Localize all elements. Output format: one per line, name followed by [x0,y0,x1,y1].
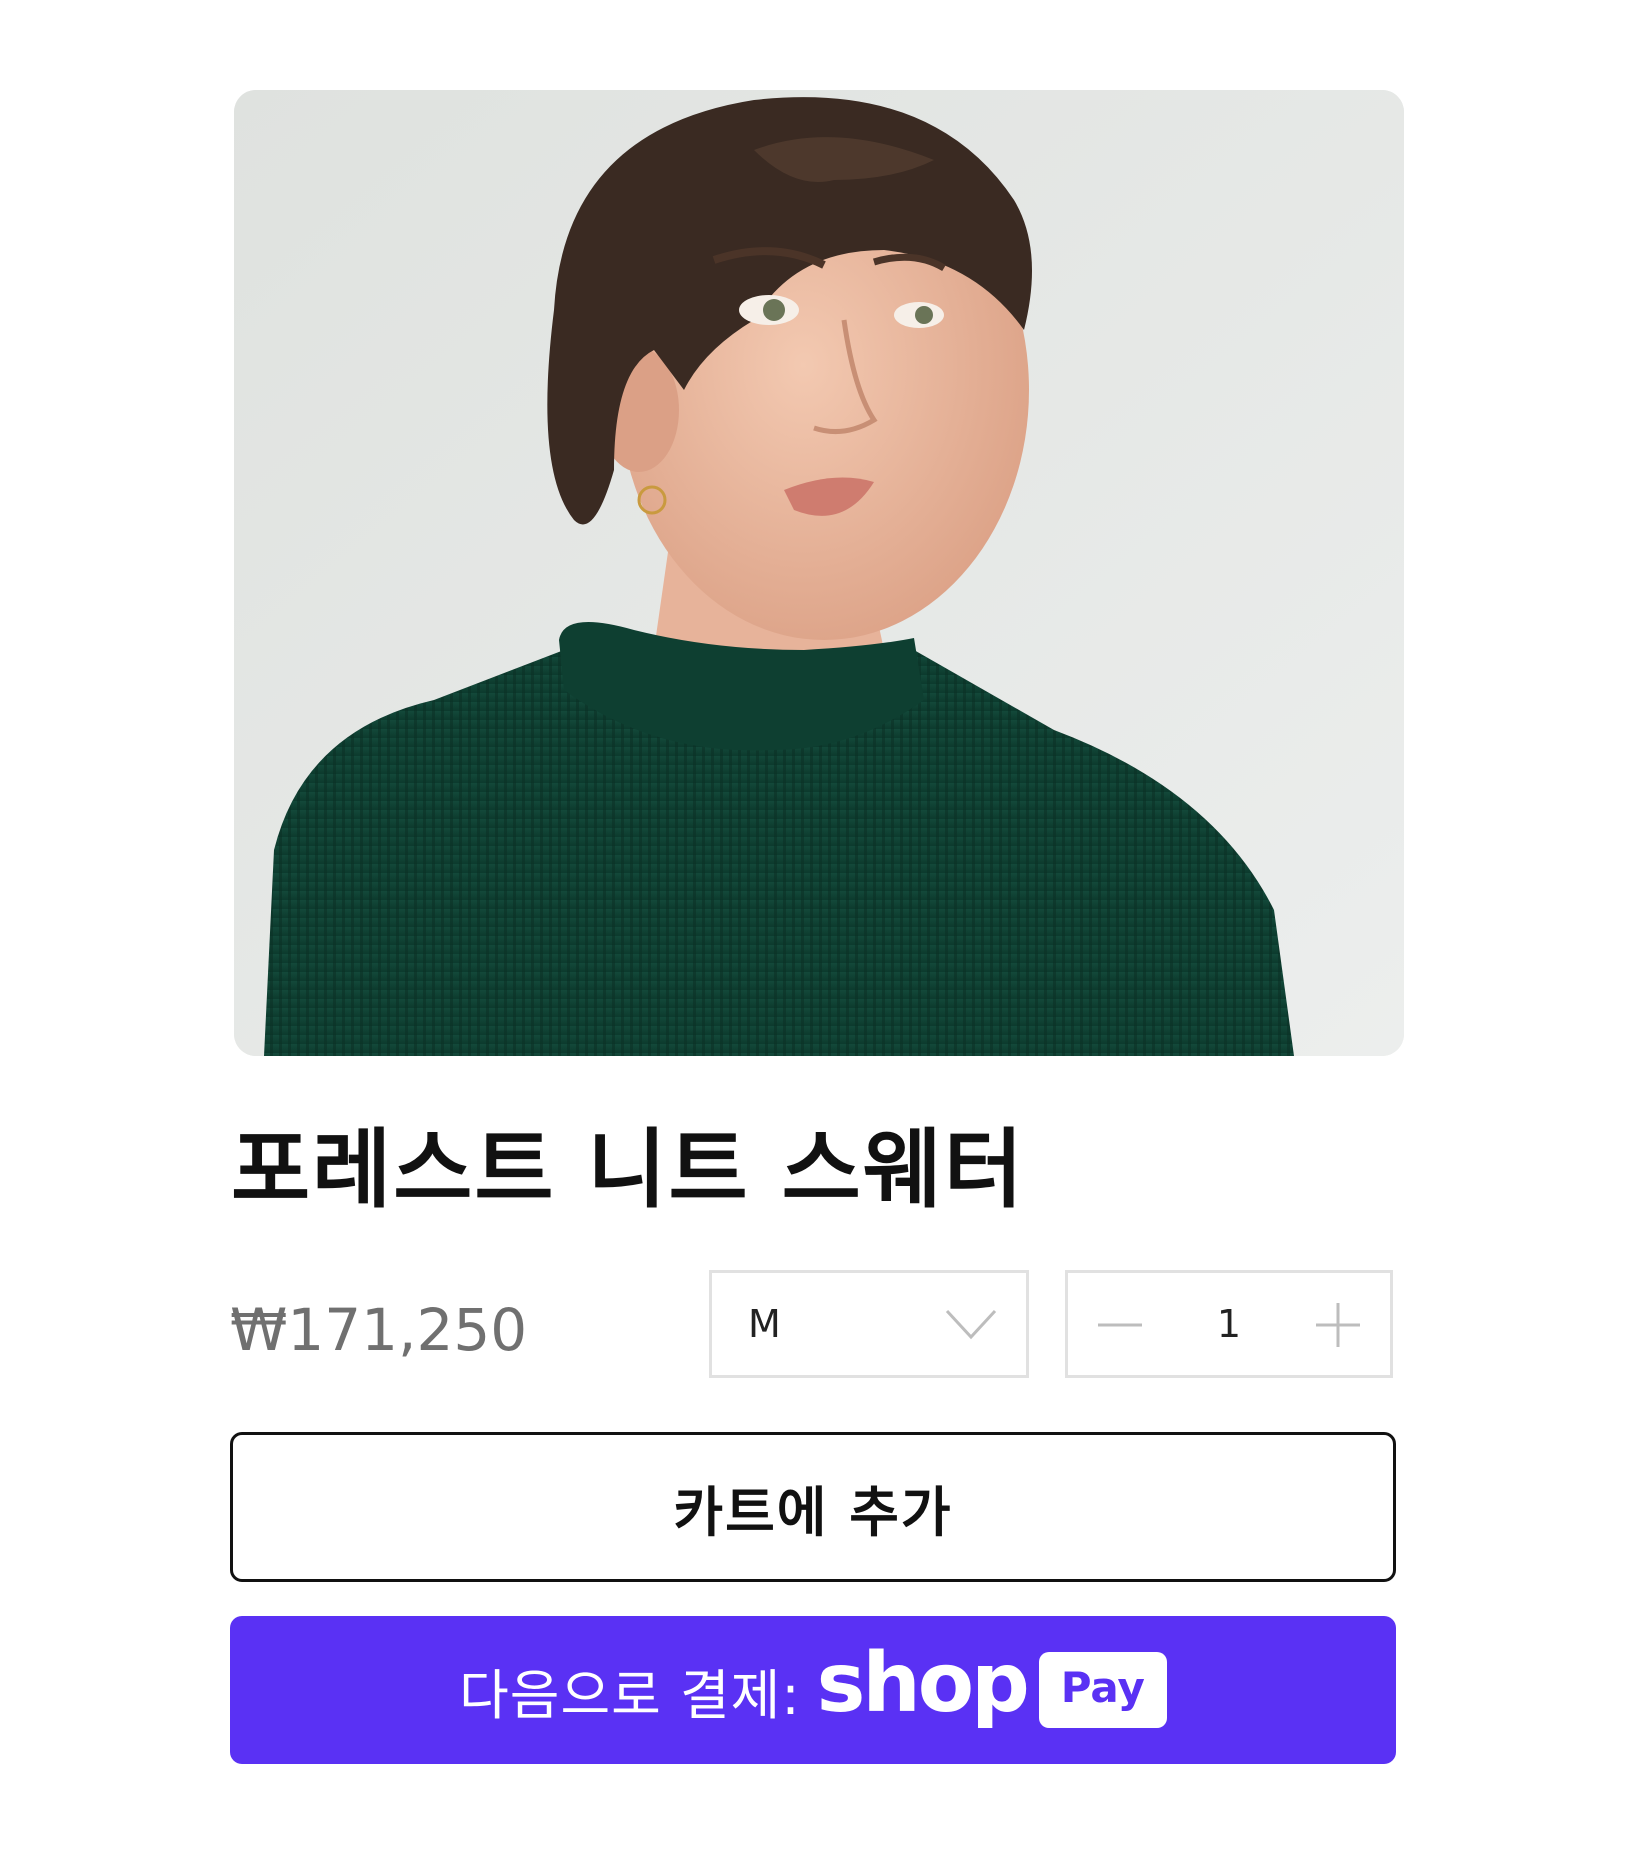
product-image [234,90,1404,1056]
size-selected-value: M [748,1302,781,1346]
product-title: 포레스트 니트 스웨터 [231,1120,1025,1220]
quantity-value[interactable]: 1 [1188,1301,1270,1347]
plus-icon [1316,1303,1360,1347]
size-select[interactable]: M [709,1270,1029,1378]
add-to-cart-label: 카트에 추가 [673,1480,953,1544]
quantity-increase-button[interactable] [1306,1293,1370,1357]
product-photo-illustration [234,90,1404,1056]
chevron-down-icon [945,1309,997,1340]
quantity-decrease-button[interactable] [1088,1293,1152,1357]
shop-pay-label: 다음으로 결제: [459,1663,801,1727]
shop-pay-button[interactable]: 다음으로 결제: shop Pay [230,1616,1396,1764]
minus-icon [1098,1323,1142,1327]
add-to-cart-button[interactable]: 카트에 추가 [230,1432,1396,1582]
pay-badge: Pay [1038,1652,1167,1728]
quantity-stepper: 1 [1065,1270,1393,1378]
product-price: ₩171,250 [230,1296,528,1364]
shop-logo: shop [816,1636,1030,1731]
